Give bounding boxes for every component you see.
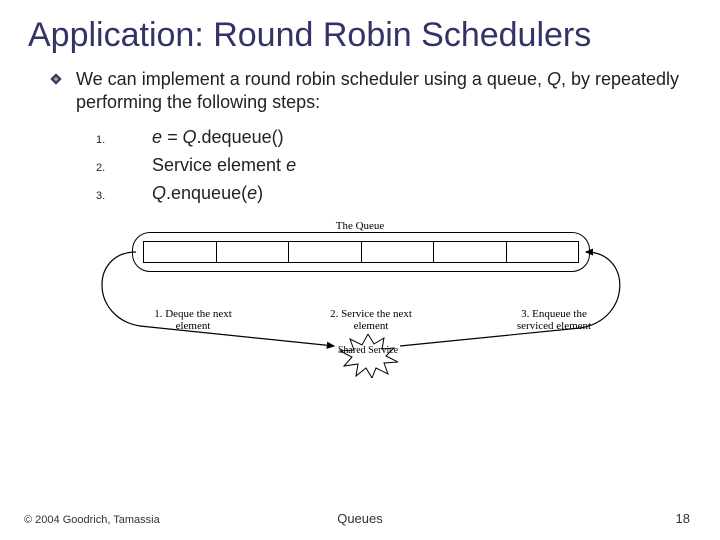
step-text: Q.enqueue(e) [152,180,263,208]
step-plain: Service element [152,155,286,175]
slide-footer: © 2004 Goodrich, Tamassia Queues 18 [0,506,720,526]
slide-body: We can implement a round robin scheduler… [0,68,720,208]
footer-center: Queues [0,511,720,526]
service-label: Shared Service [336,346,400,357]
queue-cell [289,242,362,262]
step-1: 1. e = Q.dequeue() [96,124,680,152]
queue-cell [144,242,217,262]
queue-cell [217,242,290,262]
step-italic: e = Q [152,127,197,147]
page-number: 18 [676,511,690,526]
step-num: 3. [96,188,114,205]
queue-cell [434,242,507,262]
step-plain: .enqueue( [166,183,247,203]
bullet-point: We can implement a round robin scheduler… [76,68,680,114]
slide-title: Application: Round Robin Schedulers [0,0,720,68]
caption-enqueue: 3. Enqueue the serviced element [504,308,604,332]
step-arg: e [247,183,257,203]
step-plain2: ) [257,183,263,203]
queue-container [132,232,590,272]
step-text: Service element e [152,152,296,180]
point-text-pre: We can implement a round robin scheduler… [76,69,547,89]
step-italic: e [286,155,296,175]
queue-cell [507,242,579,262]
step-2: 2. Service element e [96,152,680,180]
caption-dequeue: 1. Deque the next element [150,308,236,332]
step-num: 1. [96,132,114,149]
queue-cells [143,241,579,263]
step-italic: Q [152,183,166,203]
steps-list: 1. e = Q.dequeue() 2. Service element e … [96,124,680,208]
diamond-bullet-icon [50,73,62,85]
step-3: 3. Q.enqueue(e) [96,180,680,208]
queue-label: The Queue [80,220,640,232]
queue-cell [362,242,435,262]
step-text: e = Q.dequeue() [152,124,284,152]
caption-service: 2. Service the next element [328,308,414,332]
step-plain: .dequeue() [197,127,284,147]
queue-diagram: The Queue 1. Deque the next element 2. S… [80,232,640,382]
step-num: 2. [96,160,114,177]
point-text-q: Q [547,69,561,89]
